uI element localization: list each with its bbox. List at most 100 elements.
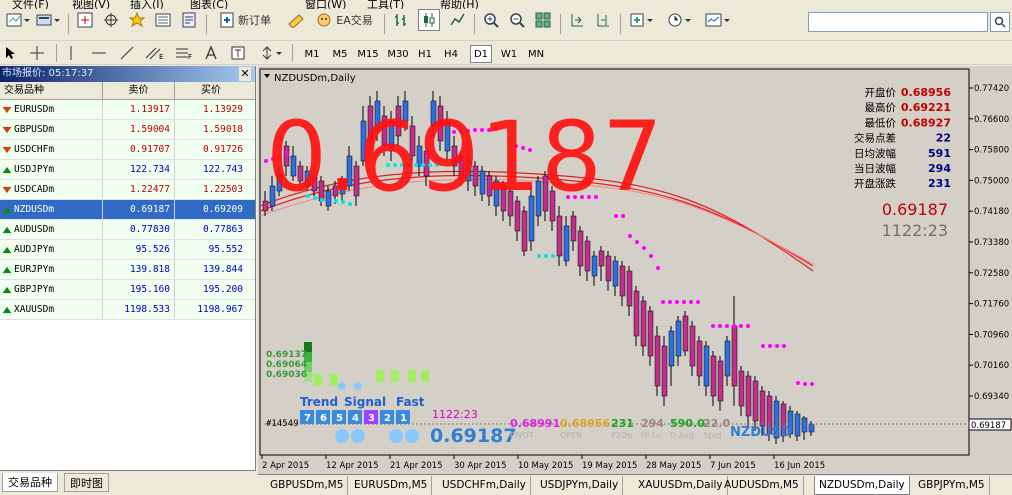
- arrow-up-icon: [2, 266, 12, 273]
- ask-price: 1198.967: [197, 304, 243, 315]
- list-item[interactable]: USDJPYm 122.734 122.743: [0, 160, 255, 180]
- menu-chart[interactable]: 图表(C): [190, 0, 228, 9]
- bid-price: 1.13917: [103, 100, 175, 119]
- text-label-button[interactable]: [228, 42, 248, 64]
- list-item[interactable]: XAUUSDm 1198.533 1198.967: [0, 300, 255, 320]
- timeframe-m30[interactable]: M30: [384, 45, 412, 63]
- list-item[interactable]: AUDJPYm 95.526 95.552: [0, 240, 255, 260]
- cursor-button[interactable]: [2, 42, 20, 64]
- indicator-digit: 2: [384, 413, 391, 424]
- countdown-timer: 1122:23: [882, 221, 948, 240]
- timeframe-m15[interactable]: M15: [354, 45, 382, 63]
- indicators-button[interactable]: [626, 9, 660, 31]
- timeframe-d1[interactable]: D1: [470, 45, 492, 63]
- sar-dot: [668, 300, 672, 304]
- list-item[interactable]: AUDUSDm 0.77830 0.77863: [0, 220, 255, 240]
- timeframe-h1[interactable]: H1: [414, 45, 436, 63]
- navigator-button[interactable]: [126, 9, 148, 31]
- menu-insert[interactable]: 插入(I): [130, 0, 164, 9]
- chart-tab[interactable]: GBPJPYm,M5: [914, 476, 990, 495]
- zoom-in-button[interactable]: [480, 9, 502, 31]
- chart-window[interactable]: NZDUSDm,Daily 0.77420 0.76600 0.75800 0.7500…: [258, 66, 1012, 474]
- list-item[interactable]: USDCHFm 0.91707 0.91726: [0, 140, 255, 160]
- tile-windows-button[interactable]: [532, 9, 554, 31]
- chart-tab[interactable]: XAUUSDm,Daily: [634, 476, 728, 495]
- sar-dot: [732, 324, 736, 328]
- trendline-button[interactable]: [116, 42, 138, 64]
- terminal-button[interactable]: [152, 9, 174, 31]
- close-icon[interactable]: ✕: [239, 67, 251, 81]
- menu-tools[interactable]: 工具(T): [367, 0, 404, 9]
- ask-price: 1.59018: [202, 124, 243, 135]
- timeframe-h4[interactable]: H4: [440, 45, 462, 63]
- indicator-dot: [389, 429, 403, 443]
- auto-scroll-button[interactable]: [566, 9, 588, 31]
- symbol-name: AUDJPYm: [14, 243, 55, 255]
- market-watch-button[interactable]: [74, 9, 96, 31]
- menu-file[interactable]: 文件(F): [12, 0, 49, 9]
- timeframe-m5[interactable]: M5: [328, 45, 352, 63]
- vertical-line-button[interactable]: [62, 42, 80, 64]
- zoom-out-icon: [510, 13, 525, 28]
- text-tool-button[interactable]: [202, 42, 220, 64]
- x-axis-label: 10 May 2015: [518, 461, 573, 471]
- periods-button[interactable]: [664, 9, 698, 31]
- ask-price: 95.552: [208, 244, 243, 255]
- info-value: 590.0: [670, 417, 705, 430]
- templates-button[interactable]: [702, 9, 736, 31]
- chart-shift-button[interactable]: [592, 9, 614, 31]
- search-button[interactable]: [990, 12, 1010, 32]
- chart-tab[interactable]: AUDUSDm,M5: [720, 476, 804, 495]
- price-chart[interactable]: NZDUSDm,Daily 0.77420 0.76600 0.75800 0.7500…: [258, 66, 1012, 474]
- metaeditor-button[interactable]: [284, 9, 308, 31]
- ask-price: 139.844: [202, 264, 243, 275]
- tester-button[interactable]: [178, 9, 200, 31]
- tab-symbols[interactable]: 交易品种: [2, 473, 58, 492]
- menu-view[interactable]: 视图(V): [72, 0, 110, 9]
- timeframe-mn[interactable]: MN: [524, 45, 548, 63]
- new-order-button[interactable]: 新订单: [212, 9, 278, 31]
- chart-tab[interactable]: EURUSDm,M5: [350, 476, 433, 495]
- list-item[interactable]: NZDUSDm 0.69187 0.69209: [0, 200, 255, 220]
- x-axis-label: 28 May 2015: [646, 461, 701, 471]
- timeframe-m1[interactable]: M1: [300, 45, 324, 63]
- list-item[interactable]: EURUSDm 1.13917 1.13929: [0, 100, 255, 120]
- arrows-button[interactable]: [258, 42, 286, 64]
- x-axis-label: 2 Apr 2015: [262, 461, 309, 471]
- timeframe-w1[interactable]: W1: [498, 45, 520, 63]
- chart-tab[interactable]: USDCHFm,Daily: [438, 476, 531, 495]
- chart-tab[interactable]: GBPUSDm,M5: [266, 476, 349, 495]
- zoom-out-button[interactable]: [506, 9, 528, 31]
- tab-tick-chart[interactable]: 即时图: [64, 473, 109, 492]
- menu-window[interactable]: 窗口(W): [305, 0, 346, 9]
- data-window-button[interactable]: [100, 9, 122, 31]
- list-item[interactable]: GBPUSDm 1.59004 1.59018: [0, 120, 255, 140]
- list-item[interactable]: GBPJPYm 195.160 195.200: [0, 280, 255, 300]
- search-input[interactable]: [808, 12, 988, 32]
- horizontal-line-button[interactable]: [88, 42, 110, 64]
- ask-price: 0.69209: [202, 204, 243, 215]
- bar-chart-button[interactable]: [390, 9, 412, 31]
- profiles-button[interactable]: [34, 9, 62, 31]
- chart-tab[interactable]: NZDUSDm,Daily: [814, 476, 910, 495]
- fibonacci-button[interactable]: F: [172, 42, 198, 64]
- sar-dot: [621, 214, 625, 218]
- ea-label: EA交易: [336, 14, 373, 27]
- chart-tab[interactable]: USDJPYm,Daily: [536, 476, 624, 495]
- sar-dot: [614, 214, 618, 218]
- list-item[interactable]: USDCADm 1.22477 1.22503: [0, 180, 255, 200]
- x-axis-label: 21 Apr 2015: [390, 461, 443, 471]
- candlestick-chart-button[interactable]: [418, 9, 440, 31]
- column-header-symbol[interactable]: 交易品种: [0, 82, 103, 99]
- crosshair-tool-button[interactable]: [26, 42, 48, 64]
- line-chart-button[interactable]: [446, 9, 468, 31]
- menu-help[interactable]: 帮助(H): [440, 0, 479, 9]
- channel-button[interactable]: E: [142, 42, 168, 64]
- column-header-bid[interactable]: 卖价: [103, 82, 175, 99]
- new-chart-button[interactable]: [4, 9, 32, 31]
- ask-price: 0.77863: [202, 224, 243, 235]
- column-header-ask[interactable]: 买价: [175, 82, 247, 99]
- indicator-bar: [376, 370, 384, 382]
- list-item[interactable]: EURJPYm 139.818 139.844: [0, 260, 255, 280]
- expert-advisors-button[interactable]: EA交易: [312, 9, 376, 31]
